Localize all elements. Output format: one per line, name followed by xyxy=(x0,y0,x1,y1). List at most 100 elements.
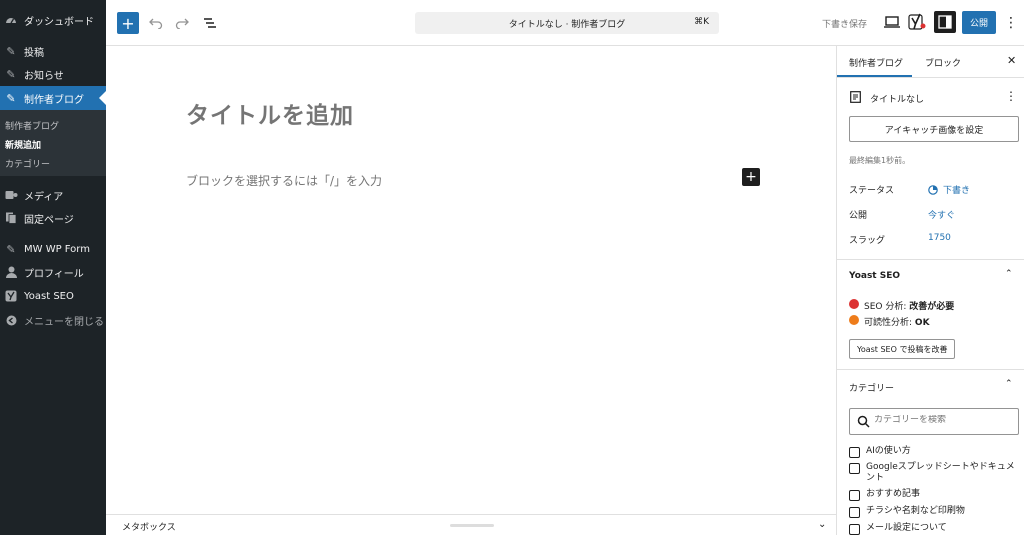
status-label: ステータス xyxy=(849,186,895,196)
seo-analysis: SEO 分析: 改善が必要 xyxy=(864,299,954,312)
menu-label: MW WP Form xyxy=(24,243,90,255)
document-icon xyxy=(850,91,861,103)
menu-item-media[interactable]: メディア xyxy=(0,183,106,207)
yoast-improve-button[interactable]: Yoast SEO で投稿を改善 xyxy=(849,339,956,359)
pin-icon: ✎ xyxy=(6,67,16,81)
options-menu-button[interactable]: ⋮ xyxy=(1004,12,1018,34)
publish-label: 公開 xyxy=(849,211,868,221)
resize-handle[interactable] xyxy=(450,524,494,527)
menu-item-profile[interactable]: プロフィール xyxy=(0,260,106,284)
categories-panel-title[interactable]: カテゴリー xyxy=(849,381,894,394)
category-label: Googleスプレッドシートやドキュメント xyxy=(866,462,1015,483)
menu-label: 制作者ブログ xyxy=(24,94,84,106)
plus-icon: + xyxy=(745,169,757,185)
divider xyxy=(837,369,1024,370)
menu-label: 投稿 xyxy=(24,47,44,59)
submenu-item-all[interactable]: 制作者ブログ xyxy=(5,119,59,132)
menu-item-posts[interactable]: ✎ 投稿 xyxy=(0,39,106,63)
menu-label: 固定ページ xyxy=(24,214,74,226)
menu-label: ダッシュボード xyxy=(24,16,94,28)
set-featured-image-button[interactable]: アイキャッチ画像を設定 xyxy=(849,116,1019,142)
preview-button[interactable] xyxy=(883,13,901,31)
slug-value-button[interactable]: 1750 xyxy=(928,233,951,243)
readability-analysis: 可読性分析: OK xyxy=(864,315,930,328)
settings-sidebar-toggle[interactable] xyxy=(934,11,956,33)
pin-icon: ✎ xyxy=(6,44,16,58)
document-overview-button[interactable] xyxy=(199,12,221,34)
menu-label: Yoast SEO xyxy=(24,290,74,302)
category-checkbox[interactable] xyxy=(849,524,860,535)
menu-item-news[interactable]: ✎ お知らせ xyxy=(0,62,106,86)
save-draft-button[interactable]: 下書き保存 xyxy=(822,17,867,30)
category-label: チラシや名刺など印刷物 xyxy=(866,506,965,516)
undo-icon xyxy=(149,18,163,29)
dashboard-icon xyxy=(4,13,18,27)
post-title-input[interactable]: タイトルを追加 xyxy=(186,96,354,130)
pin-icon: ✎ xyxy=(6,91,16,105)
category-item[interactable]: チラシや名刺など印刷物 xyxy=(849,506,1019,518)
submenu-item-categories[interactable]: カテゴリー xyxy=(5,157,50,170)
category-search-input[interactable] xyxy=(874,415,1014,425)
yoast-seo-button[interactable] xyxy=(907,12,927,32)
seo-analysis-value: 改善が必要 xyxy=(909,302,955,312)
seo-analysis-label: SEO 分析: xyxy=(864,302,907,312)
default-block-appender[interactable]: ブロックを選択するには「/」を入力 xyxy=(186,172,382,189)
menu-label: プロフィール xyxy=(24,268,84,280)
category-item[interactable]: AIの使い方 xyxy=(849,446,1019,458)
sidebar-icon xyxy=(938,15,952,29)
close-sidebar-button[interactable]: ✕ xyxy=(1007,54,1016,67)
menu-item-collapse[interactable]: メニューを閉じる xyxy=(0,308,106,332)
tab-post[interactable]: 制作者ブログ xyxy=(849,56,903,69)
document-title: タイトルなし · 制作者ブログ xyxy=(508,19,626,30)
submenu-creator-blog: 制作者ブログ 新規追加 カテゴリー xyxy=(0,110,106,176)
submenu-item-add-new[interactable]: 新規追加 xyxy=(5,138,41,151)
menu-item-yoast-seo[interactable]: Yoast SEO xyxy=(0,284,106,308)
publish-date-button[interactable]: 今すぐ xyxy=(928,208,955,221)
metabox-panel[interactable]: メタボックス ⌄ xyxy=(106,514,836,535)
menu-item-creator-blog[interactable]: ✎ 制作者ブログ xyxy=(0,86,106,110)
tab-block[interactable]: ブロック xyxy=(925,56,961,69)
editor-toolbar: + タイトルなし · 制作者ブログ ⌘K 下書き保存 公開 ⋮ xyxy=(106,0,1024,46)
chevron-down-icon[interactable]: ⌄ xyxy=(818,519,826,530)
yoast-panel-title[interactable]: Yoast SEO xyxy=(849,271,900,281)
category-checkbox[interactable] xyxy=(849,447,860,458)
publish-button[interactable]: 公開 xyxy=(962,11,996,34)
undo-button[interactable] xyxy=(145,12,167,34)
redo-button[interactable] xyxy=(171,12,193,34)
menu-item-pages[interactable]: 固定ページ xyxy=(0,206,106,230)
category-item[interactable]: おすすめ記事 xyxy=(849,489,1019,501)
admin-sidebar: ダッシュボード ✎ 投稿 ✎ お知らせ ✎ 制作者ブログ 制作者ブログ 新規追加… xyxy=(0,0,106,535)
chevron-up-icon[interactable]: ⌃ xyxy=(1005,269,1013,279)
category-checkbox[interactable] xyxy=(849,507,860,518)
category-item[interactable]: メール設定について xyxy=(849,523,1019,535)
readability-score-icon xyxy=(849,315,859,325)
category-checkbox[interactable] xyxy=(849,490,860,501)
user-icon xyxy=(4,265,18,279)
settings-sidebar: 制作者ブログ ブロック ✕ タイトルなし ⋮ アイキャッチ画像を設定 最終編集1… xyxy=(836,46,1024,535)
draft-status-icon xyxy=(928,184,938,195)
menu-item-mw-wp-form[interactable]: ✎ MW WP Form xyxy=(0,237,106,261)
post-title-summary: タイトルなし xyxy=(870,95,925,105)
media-icon xyxy=(4,188,18,202)
category-item[interactable]: Googleスプレッドシートやドキュメント xyxy=(849,462,1019,484)
active-tab-indicator xyxy=(837,75,912,77)
status-value-button[interactable]: 下書き xyxy=(928,183,970,196)
sidebar-tabs: 制作者ブログ ブロック ✕ xyxy=(837,46,1024,78)
category-search-field[interactable] xyxy=(849,408,1019,435)
readability-analysis-label: 可読性分析: xyxy=(864,318,913,328)
post-actions-button[interactable]: ⋮ xyxy=(1005,89,1017,103)
menu-item-dashboard[interactable]: ダッシュボード xyxy=(0,8,106,32)
wordpress-block-editor: ダッシュボード ✎ 投稿 ✎ お知らせ ✎ 制作者ブログ 制作者ブログ 新規追加… xyxy=(0,0,1024,535)
document-bar[interactable]: タイトルなし · 制作者ブログ ⌘K xyxy=(415,12,719,34)
more-vertical-icon: ⋮ xyxy=(1004,15,1018,31)
collapse-icon xyxy=(4,313,18,327)
pin-icon: ✎ xyxy=(6,242,16,256)
menu-label: お知らせ xyxy=(24,70,64,82)
plus-icon: + xyxy=(121,13,135,33)
inline-block-inserter-button[interactable]: + xyxy=(742,168,760,186)
command-shortcut: ⌘K xyxy=(694,17,709,27)
category-checkbox[interactable] xyxy=(849,463,860,474)
chevron-up-icon[interactable]: ⌃ xyxy=(1005,379,1013,389)
block-inserter-button[interactable]: + xyxy=(117,12,139,34)
divider xyxy=(837,259,1024,260)
